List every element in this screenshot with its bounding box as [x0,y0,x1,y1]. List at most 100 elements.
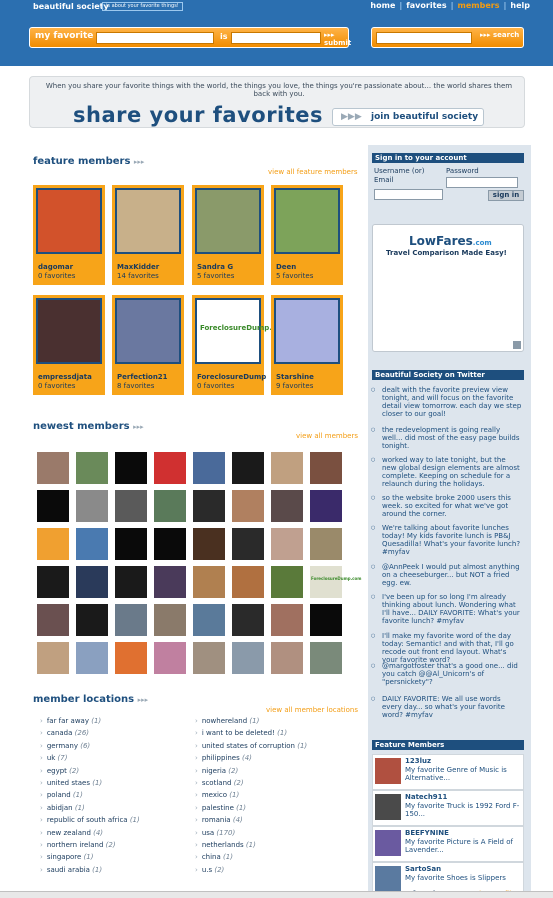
tweet[interactable]: the redevelopment is going really well..… [382,426,522,450]
tweet[interactable]: @margotfoster that's a good one... did y… [382,662,522,686]
location-item[interactable]: › abidjan (1) [40,804,85,812]
member-thumbnail[interactable] [76,528,108,560]
member-thumbnail[interactable] [193,566,225,598]
location-item[interactable]: › netherlands (1) [195,841,256,849]
member-thumbnail[interactable] [76,566,108,598]
location-name[interactable]: i want to be deleted! [202,729,275,737]
location-name[interactable]: united states of corruption [202,742,295,750]
location-item[interactable]: › palestine (1) [195,804,246,812]
member-thumbnail[interactable] [37,642,69,674]
location-name[interactable]: romania [202,816,231,824]
feature-member-card[interactable]: Starshine 9 favorites [271,295,343,395]
member-photo[interactable] [274,298,340,364]
feature-member-card[interactable]: dagomar 0 favorites [33,185,105,285]
tweet[interactable]: I've been up for so long I'm already thi… [382,593,522,625]
member-thumbnail[interactable] [232,604,264,636]
member-photo[interactable] [274,188,340,254]
featured-member-name[interactable]: SartoSan [405,865,441,873]
join-button[interactable]: ▶▶▶ join beautiful society [332,108,484,126]
location-item[interactable]: › philippines (4) [195,754,252,762]
location-name[interactable]: netherlands [202,841,244,849]
location-name[interactable]: new zealand [47,829,91,837]
nav-favorites[interactable]: favorites [406,1,446,10]
member-thumbnail[interactable] [154,452,186,484]
location-name[interactable]: northern ireland [47,841,104,849]
member-thumbnail[interactable] [310,490,342,522]
tweet[interactable]: so the website broke 2000 users this wee… [382,494,522,518]
member-thumbnail[interactable] [115,528,147,560]
brand-logo[interactable]: beautiful society [33,2,109,11]
location-item[interactable]: › usa (170) [195,829,235,837]
featured-member[interactable]: Natech911 My favorite Truck is 1992 Ford … [372,790,524,826]
featured-member[interactable]: 123luz My favorite Genre of Music is Alte… [372,754,524,790]
location-name[interactable]: uk [47,754,56,762]
member-thumbnail[interactable] [154,490,186,522]
avatar[interactable] [375,794,401,820]
member-name[interactable]: Sandra G [197,263,233,271]
advertisement[interactable]: LowFares.com Travel Comparison Made Easy… [372,224,524,352]
featured-member[interactable]: BEEFYNINE My favorite Picture is A Field … [372,826,524,862]
location-item[interactable]: › mexico (1) [195,791,239,799]
location-item[interactable]: › u.s (2) [195,866,224,874]
member-thumbnail[interactable] [115,566,147,598]
member-name[interactable]: Deen [276,263,296,271]
location-item[interactable]: › republic of south africa (1) [40,816,140,824]
location-name[interactable]: far far away [47,717,89,725]
favorite-value-input[interactable] [231,32,321,44]
location-name[interactable]: scotland [202,779,232,787]
avatar[interactable] [375,830,401,856]
member-name[interactable]: Perfection21 [117,373,168,381]
avatar[interactable] [375,758,401,784]
location-item[interactable]: › uk (7) [40,754,67,762]
tweet[interactable]: worked way to late tonight, but the new … [382,456,522,488]
location-name[interactable]: nowhereland [202,717,247,725]
member-name[interactable]: ForeclosureDump [197,373,266,381]
location-name[interactable]: united staes [47,779,90,787]
member-thumbnail[interactable] [37,566,69,598]
location-item[interactable]: › poland (1) [40,791,83,799]
member-photo[interactable]: ForeclosureDump.com [195,298,288,364]
signin-button[interactable]: sign in [488,190,524,201]
view-all-members-link[interactable]: view all members [296,432,358,440]
location-item[interactable]: › far far away (1) [40,717,101,725]
search-input[interactable] [376,32,472,44]
location-name[interactable]: mexico [202,791,227,799]
member-thumbnail[interactable] [193,528,225,560]
tweet[interactable]: @AnnPeek I would put almost anything on … [382,563,522,587]
featured-member-name[interactable]: Natech911 [405,793,447,801]
member-thumbnail[interactable] [271,490,303,522]
member-name[interactable]: Starshine [276,373,314,381]
location-item[interactable]: › i want to be deleted! (1) [195,729,287,737]
member-thumbnail[interactable] [193,490,225,522]
member-thumbnail[interactable] [37,604,69,636]
location-item[interactable]: › united states of corruption (1) [195,742,307,750]
member-photo[interactable] [36,188,102,254]
location-name[interactable]: germany [47,742,78,750]
member-thumbnail[interactable] [232,490,264,522]
featured-member-name[interactable]: BEEFYNINE [405,829,449,837]
tweet[interactable]: We're talking about favorite lunches tod… [382,524,522,556]
member-photo[interactable] [36,298,102,364]
location-item[interactable]: › new zealand (4) [40,829,103,837]
location-name[interactable]: republic of south africa [47,816,128,824]
nav-members[interactable]: members [458,1,500,10]
location-item[interactable]: › germany (6) [40,742,90,750]
location-name[interactable]: nigeria [202,767,226,775]
member-thumbnail[interactable] [115,604,147,636]
member-thumbnail[interactable] [76,642,108,674]
view-all-member-locations-link[interactable]: view all member locations [266,706,358,714]
member-thumbnail[interactable] [232,528,264,560]
member-thumbnail[interactable] [193,642,225,674]
location-item[interactable]: › romania (4) [195,816,243,824]
location-name[interactable]: palestine [202,804,234,812]
member-thumbnail[interactable] [154,566,186,598]
member-thumbnail[interactable] [232,642,264,674]
member-thumbnail[interactable] [271,566,303,598]
featured-member-name[interactable]: 123luz [405,757,431,765]
location-name[interactable]: usa [202,829,214,837]
member-photo[interactable] [115,188,181,254]
member-thumbnail[interactable] [37,528,69,560]
member-name[interactable]: dagomar [38,263,73,271]
location-item[interactable]: › scotland (2) [195,779,244,787]
favorite-category-input[interactable] [96,32,214,44]
